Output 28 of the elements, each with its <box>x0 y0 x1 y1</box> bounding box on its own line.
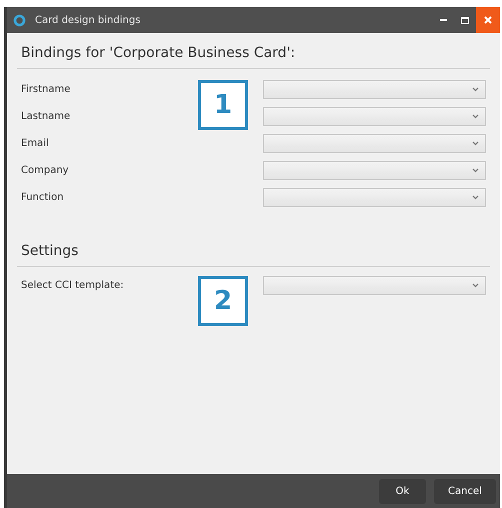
chevron-down-icon <box>472 195 479 200</box>
field-label: Select CCI template: <box>21 279 125 293</box>
dialog-button[interactable]: Ok <box>379 478 426 504</box>
dropdown[interactable] <box>263 80 486 99</box>
close-icon <box>484 16 492 24</box>
dialog-button[interactable]: Cancel <box>434 478 496 504</box>
chevron-down-icon <box>472 114 479 119</box>
chevron-down-icon <box>472 283 479 288</box>
dropdown[interactable] <box>263 161 486 180</box>
field-label: Firstname <box>21 83 72 97</box>
app-logo-icon <box>13 14 26 26</box>
field-label: Company <box>21 164 70 178</box>
dropdown[interactable] <box>263 276 486 295</box>
close-button[interactable] <box>476 7 500 33</box>
chevron-down-icon <box>472 168 479 173</box>
window-title: Card design bindings <box>35 14 140 28</box>
chevron-down-icon <box>472 141 479 146</box>
field-label: Lastname <box>21 110 72 124</box>
dropdown[interactable] <box>263 107 486 126</box>
field-label: Email <box>21 137 50 151</box>
dropdown[interactable] <box>263 188 486 207</box>
field-label: Function <box>21 191 65 205</box>
section-heading: Settings <box>20 242 80 261</box>
section-heading: Bindings for 'Corporate Business Card': <box>20 44 296 63</box>
callout-badge: 2 <box>198 276 248 326</box>
dropdown[interactable] <box>263 134 486 153</box>
chevron-down-icon <box>472 87 479 92</box>
callout-badge: 1 <box>198 80 248 130</box>
